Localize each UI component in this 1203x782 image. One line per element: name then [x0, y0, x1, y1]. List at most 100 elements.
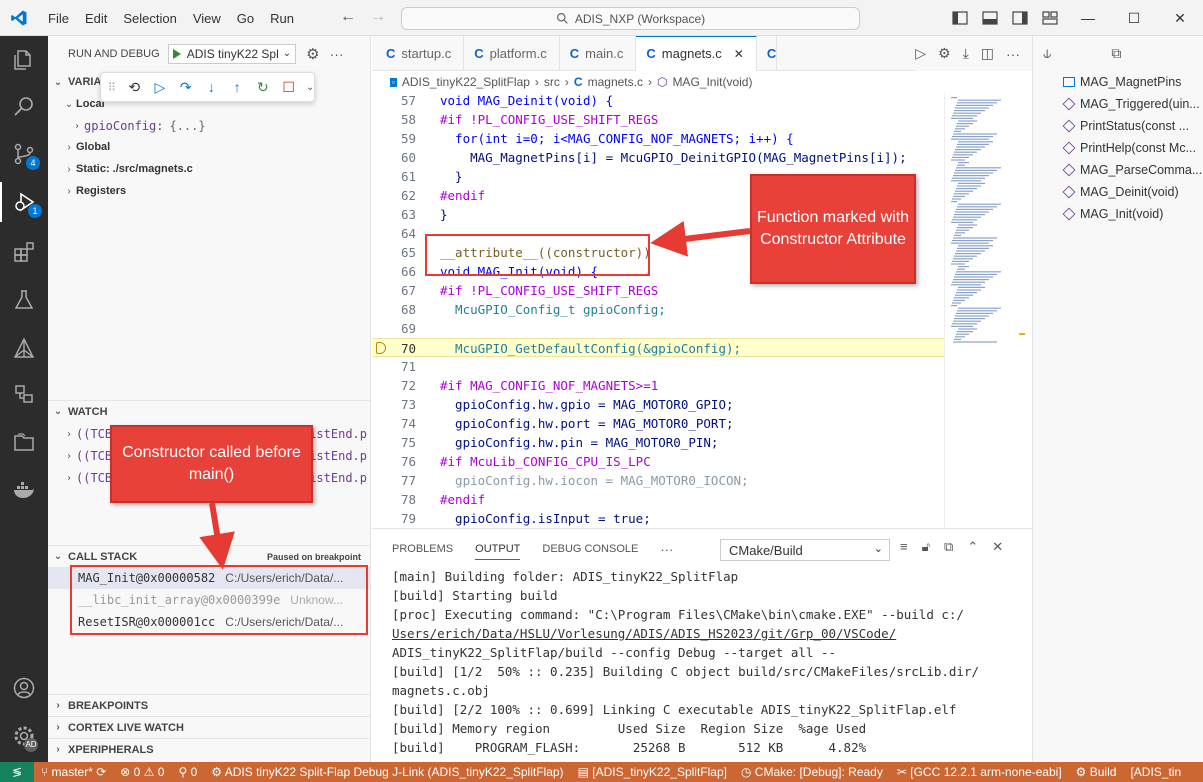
debug-config-select[interactable]: ADIS tinyK22 Spl ⌄	[167, 43, 297, 64]
maximize-panel-icon[interactable]: ⌃	[967, 539, 978, 555]
call-stack-frame[interactable]: MAG_Init@0x00000582 C:/Users/erich/Data/.…	[48, 567, 370, 589]
line-number[interactable]: 76	[372, 452, 416, 471]
line-number[interactable]: 64	[372, 224, 416, 243]
line-number[interactable]: 69	[372, 319, 416, 338]
line-number[interactable]: 58	[372, 110, 416, 129]
toggle-secondary-sidebar-icon[interactable]	[1005, 11, 1035, 25]
minimap[interactable]	[944, 93, 1025, 528]
collapse-all-icon[interactable]: ⧉	[1111, 45, 1121, 62]
menu-run[interactable]: Run	[262, 11, 302, 26]
tab-main-c[interactable]: Cmain.c	[560, 36, 637, 71]
manage-gear-icon[interactable]: AD	[0, 716, 48, 756]
outline-item[interactable]: MAG_ParseComma...	[1033, 159, 1203, 181]
output-channel-select[interactable]: CMake/Build ⌄	[720, 539, 890, 561]
forward-arrow-icon[interactable]: →	[370, 8, 386, 26]
breadcrumb-src[interactable]: src	[544, 75, 560, 89]
close-panel-icon[interactable]: ✕	[992, 539, 1003, 555]
variables-static[interactable]: › Static: ./src/magnets.c	[48, 158, 370, 180]
step-over-icon[interactable]: ↷	[177, 79, 194, 96]
line-number[interactable]: 59	[372, 129, 416, 148]
line-number[interactable]: 71	[372, 357, 416, 376]
run-and-debug-icon[interactable]: 1	[0, 182, 48, 222]
code-line[interactable]: 73 gpioConfig.hw.gpio = MAG_MOTOR0_GPIO;	[372, 395, 944, 414]
clear-output-icon[interactable]: ≡	[900, 539, 908, 555]
cortex-live-watch-section-header[interactable]: › CORTEX LIVE WATCH	[48, 716, 370, 738]
code-line[interactable]: 70 McuGPIO_GetDefaultConfig(&gpioConfig)…	[372, 338, 944, 357]
code-line[interactable]: 58 #if !PL_CONFIG_USE_SHIFT_REGS	[372, 110, 944, 129]
target-indicator[interactable]: [ADIS_tin	[1123, 765, 1188, 779]
breadcrumb-project[interactable]: ADIS_tinyK22_SplitFlap	[402, 75, 530, 89]
command-center-search[interactable]: ADIS_NXP (Workspace)	[401, 7, 860, 30]
close-window-icon[interactable]: ✕	[1157, 10, 1203, 27]
toggle-primary-sidebar-icon[interactable]	[945, 11, 975, 25]
folder-indicator[interactable]: ▤ [ADIS_tinyK22_SplitFlap]	[571, 765, 734, 779]
breadcrumb-file[interactable]: magnets.c	[588, 75, 643, 89]
line-number[interactable]: 66	[372, 262, 416, 281]
menu-view[interactable]: View	[185, 11, 229, 26]
menu-go[interactable]: Go	[229, 11, 262, 26]
tab-startup-c[interactable]: Cstartup.c	[372, 36, 465, 71]
remote-indicator-icon[interactable]: ≶	[0, 762, 34, 782]
restart-icon[interactable]: ↻	[255, 79, 272, 96]
folder-icon[interactable]	[0, 422, 48, 462]
stop-icon[interactable]: ☐	[280, 79, 297, 96]
menu-edit[interactable]: Edit	[77, 11, 115, 26]
outline-item[interactable]: PrintStatus(const ...	[1033, 115, 1203, 137]
code-editor[interactable]: 57 void MAG_Deinit(void) {58 #if !PL_CONFI…	[372, 93, 944, 528]
branch-indicator[interactable]: ⑂ master* ⟳	[34, 765, 113, 779]
run-code-icon[interactable]: ▷	[915, 45, 926, 62]
code-line[interactable]: 79 gpioConfig.isInput = true;	[372, 509, 944, 528]
open-in-editor-icon[interactable]: ⧉	[944, 539, 953, 555]
build-button[interactable]: ⚙ Build	[1069, 765, 1124, 779]
breadcrumb-symbol[interactable]: MAG_Init(void)	[672, 75, 752, 89]
tab-platform-c[interactable]: Cplatform.c	[464, 36, 560, 71]
reset-device-icon[interactable]: ⟲	[126, 79, 143, 96]
outline-item[interactable]: MAG_Init(void)	[1033, 203, 1203, 225]
line-number[interactable]: 61	[372, 167, 416, 186]
code-line[interactable]: 72 #if MAG_CONFIG_NOF_MAGNETS>=1	[372, 376, 944, 395]
call-stack-section-header[interactable]: ⌄ CALL STACK Paused on breakpoint	[48, 545, 370, 567]
xperipherals-section-header[interactable]: › XPERIPHERALS	[48, 738, 370, 760]
call-stack-frame[interactable]: __libc_init_array@0x0000399e Unknow...	[48, 589, 370, 611]
more-actions-icon[interactable]: ···	[330, 46, 344, 62]
outline-tree-icon[interactable]: ⫝	[1043, 45, 1051, 62]
more-actions-icon[interactable]: ···	[1006, 46, 1020, 62]
account-icon[interactable]	[0, 668, 48, 708]
cmake-status[interactable]: ◷ CMake: [Debug]: Ready	[734, 765, 890, 779]
line-number[interactable]: 68	[372, 300, 416, 319]
step-into-icon[interactable]: ↓	[203, 79, 220, 95]
outline-item[interactable]: MAG_Triggered(uin...	[1033, 93, 1203, 115]
maximize-icon[interactable]: ☐	[1111, 10, 1157, 27]
testing-icon[interactable]	[0, 280, 48, 320]
code-line[interactable]: 78 #endif	[372, 490, 944, 509]
outline-item[interactable]: MAG_Deinit(void)	[1033, 181, 1203, 203]
line-number[interactable]: 57	[372, 93, 416, 110]
code-line[interactable]: 57 void MAG_Deinit(void) {	[372, 93, 944, 110]
call-stack-frame[interactable]: ResetISR@0x000001cc C:/Users/erich/Data/.…	[48, 611, 370, 633]
problems-indicator[interactable]: ⊗ 0 ⚠ 0	[113, 765, 171, 779]
line-number[interactable]: 75	[372, 433, 416, 452]
start-debugging-icon[interactable]	[172, 48, 181, 59]
source-control-icon[interactable]: 4	[0, 134, 48, 174]
toggle-panel-icon[interactable]	[975, 11, 1005, 25]
code-line[interactable]: 60 MAG_MagnetPins[i] = McuGPIO_DeinitGPI…	[372, 148, 944, 167]
line-number[interactable]: 67	[372, 281, 416, 300]
line-number[interactable]: 65	[372, 243, 416, 262]
step-out-icon[interactable]: ↑	[229, 79, 246, 95]
tab-output[interactable]: OUTPUT	[475, 543, 521, 560]
remote-explorer-icon[interactable]	[0, 374, 48, 414]
output-line[interactable]: Users/erich/Data/HSLU/Vorlesung/ADIS/ADI…	[392, 624, 1012, 643]
tab-debug-console[interactable]: DEBUG CONSOLE	[542, 543, 638, 555]
line-number[interactable]: 77	[372, 471, 416, 490]
explorer-icon[interactable]	[0, 40, 48, 80]
watch-section-header[interactable]: ⌄ WATCH	[48, 400, 370, 422]
customize-layout-icon[interactable]	[1035, 11, 1065, 25]
code-line[interactable]: 75 gpioConfig.hw.pin = MAG_MOTOR0_PIN;	[372, 433, 944, 452]
tab-problems[interactable]: PROBLEMS	[392, 543, 453, 555]
line-number[interactable]: 62	[372, 186, 416, 205]
breakpoints-section-header[interactable]: › BREAKPOINTS	[48, 694, 370, 716]
line-number[interactable]: 79	[372, 509, 416, 528]
code-line[interactable]: 71	[372, 357, 944, 376]
close-tab-icon[interactable]: ✕	[734, 47, 744, 61]
code-line[interactable]: 68 McuGPIO_Config_t gpioConfig;	[372, 300, 944, 319]
